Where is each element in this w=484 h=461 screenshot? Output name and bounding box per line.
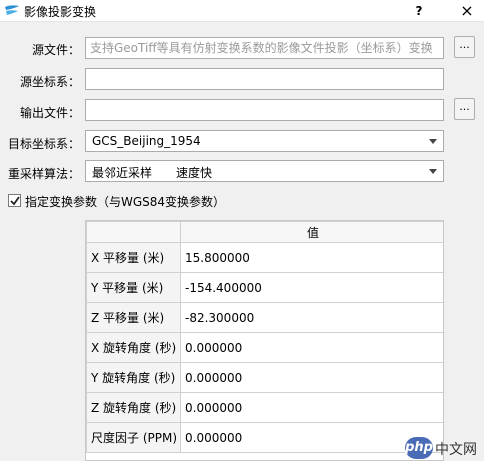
param-value-cell[interactable]: 0.000000 bbox=[180, 362, 443, 393]
row-header: X 平移量 (米) bbox=[86, 242, 181, 273]
watermark-text: 中文网 bbox=[435, 442, 477, 458]
param-value-cell[interactable]: -154.400000 bbox=[180, 272, 443, 303]
row-header: Y 旋转角度 (秒) bbox=[86, 362, 181, 393]
close-button[interactable]: × bbox=[452, 0, 482, 22]
source-file-input[interactable] bbox=[90, 41, 439, 55]
row-header: X 旋转角度 (秒) bbox=[86, 332, 181, 363]
resample-label: 重采样算法： bbox=[7, 167, 80, 181]
table-row: Y 平移量 (米) -154.400000 bbox=[86, 272, 443, 303]
resample-dropdown[interactable]: 最邻近采样 速度快 bbox=[85, 160, 444, 182]
table-row: 尺度因子 (PPM) 0.000000 bbox=[86, 422, 443, 453]
table-header-row: 值 bbox=[86, 221, 443, 243]
target-crs-value: GCS_Beijing_1954 bbox=[92, 134, 201, 148]
title-bar: 影像投影变换 ? × bbox=[0, 0, 484, 22]
param-value-cell[interactable]: -82.300000 bbox=[180, 302, 443, 333]
table-row: X 平移量 (米) 15.800000 bbox=[86, 242, 443, 273]
chevron-down-icon bbox=[429, 139, 437, 144]
resample-value: 最邻近采样 bbox=[92, 166, 153, 180]
param-value-cell[interactable]: 0.000000 bbox=[180, 332, 443, 363]
param-value-cell[interactable]: 0.000000 bbox=[180, 392, 443, 423]
row-header: Z 平移量 (米) bbox=[86, 302, 181, 333]
help-button[interactable]: ? bbox=[405, 0, 433, 22]
target-crs-label: 目标坐标系： bbox=[7, 137, 80, 151]
watermark-logo: php bbox=[405, 437, 433, 459]
source-file-field[interactable] bbox=[85, 37, 444, 59]
target-crs-dropdown[interactable]: GCS_Beijing_1954 bbox=[85, 130, 444, 152]
output-file-input[interactable] bbox=[90, 103, 439, 117]
output-file-label: 输出文件： bbox=[19, 106, 80, 120]
app-logo-icon bbox=[5, 5, 19, 15]
table-row: Y 旋转角度 (秒) 0.000000 bbox=[86, 362, 443, 393]
source-crs-input[interactable] bbox=[90, 72, 439, 86]
checkmark-icon bbox=[10, 196, 20, 206]
source-crs-label: 源坐标系： bbox=[19, 75, 80, 89]
params-table: 值 X 平移量 (米) 15.800000 Y 平移量 (米) -154.400… bbox=[85, 220, 444, 461]
output-file-field[interactable] bbox=[85, 99, 444, 121]
row-header: 尺度因子 (PPM) bbox=[86, 422, 181, 453]
table-row: Z 旋转角度 (秒) 0.000000 bbox=[86, 392, 443, 423]
row-header: Y 平移量 (米) bbox=[86, 272, 181, 303]
source-crs-field[interactable] bbox=[85, 68, 444, 90]
source-file-label: 源文件： bbox=[31, 43, 80, 57]
param-value-cell[interactable]: 15.800000 bbox=[180, 242, 443, 273]
resample-note: 速度快 bbox=[176, 166, 213, 180]
row-header: Z 旋转角度 (秒) bbox=[86, 392, 181, 423]
value-column-header: 值 bbox=[180, 221, 443, 243]
corner-header-cell bbox=[86, 221, 181, 243]
output-file-browse-button[interactable]: ... bbox=[454, 98, 475, 120]
source-file-browse-button[interactable]: ... bbox=[454, 36, 475, 58]
table-row: X 旋转角度 (秒) 0.000000 bbox=[86, 332, 443, 363]
specify-params-checkbox[interactable] bbox=[8, 194, 21, 207]
window-title: 影像投影变换 bbox=[24, 5, 97, 19]
chevron-down-icon bbox=[429, 169, 437, 174]
specify-params-label: 指定变换参数（与WGS84变换参数） bbox=[25, 195, 226, 209]
table-row: Z 平移量 (米) -82.300000 bbox=[86, 302, 443, 333]
